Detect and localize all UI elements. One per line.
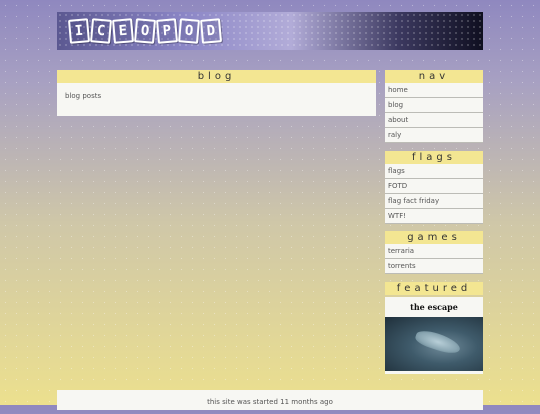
featured-card-title: the escape (410, 302, 458, 312)
nav-item-about[interactable]: about (385, 113, 483, 128)
logo-letter: P (155, 18, 179, 44)
flags-item-fotd[interactable]: FOTD (385, 179, 483, 194)
featured-image (385, 317, 483, 371)
featured-card[interactable]: the escape (385, 297, 483, 374)
logo-letter: I (67, 18, 91, 44)
games-menu: terraria torrents (385, 244, 483, 274)
flags-menu: flags FOTD flag fact friday WTF! (385, 164, 483, 224)
nav-panel: nav home blog about raly (385, 70, 483, 143)
nav-item-raly[interactable]: raly (385, 128, 483, 143)
site-logo[interactable]: I C E O P O D (67, 18, 223, 44)
games-panel: games terraria torrents (385, 231, 483, 274)
games-item-torrents[interactable]: torrents (385, 259, 483, 274)
flags-item-wtf[interactable]: WTF! (385, 209, 483, 224)
games-item-terraria[interactable]: terraria (385, 244, 483, 259)
featured-panel: featured the escape (385, 282, 483, 374)
blog-content: blog posts (65, 92, 102, 100)
nav-title: nav (385, 70, 483, 83)
flags-title: flags (385, 151, 483, 164)
games-title: games (385, 231, 483, 244)
logo-letter: D (199, 18, 223, 44)
nav-menu: home blog about raly (385, 83, 483, 143)
nav-item-home[interactable]: home (385, 83, 483, 98)
site-header: I C E O P O D (57, 12, 483, 50)
flags-panel: flags flags FOTD flag fact friday WTF! (385, 151, 483, 224)
isopod-image (413, 327, 463, 357)
blog-title: blog (57, 70, 376, 83)
nav-item-blog[interactable]: blog (385, 98, 483, 113)
logo-letter: C (89, 18, 113, 44)
logo-letter: O (133, 18, 157, 44)
featured-title: featured (385, 282, 483, 295)
blog-panel: blog blog posts (57, 70, 376, 116)
flags-item-flag-fact-friday[interactable]: flag fact friday (385, 194, 483, 209)
flags-item-flags[interactable]: flags (385, 164, 483, 179)
logo-letter: O (177, 18, 201, 44)
site-footer: this site was started 11 months ago (57, 390, 483, 410)
logo-letter: E (111, 18, 135, 44)
